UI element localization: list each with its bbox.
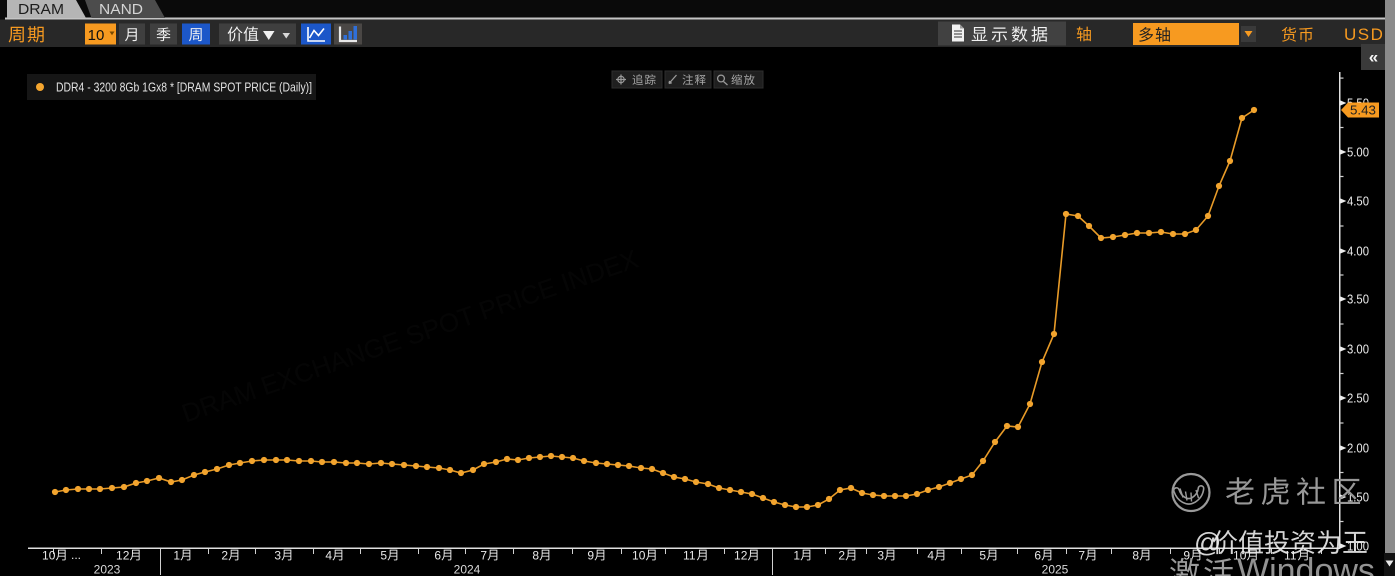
svg-text:3: 3	[877, 549, 884, 563]
svg-text:3: 3	[274, 549, 281, 563]
svg-text:2023: 2023	[94, 563, 121, 576]
svg-text:2.00: 2.00	[1347, 442, 1369, 456]
svg-text:5: 5	[979, 549, 986, 563]
svg-text:6: 6	[434, 549, 441, 563]
svg-text:4: 4	[325, 549, 332, 563]
svg-text:12: 12	[734, 549, 748, 563]
svg-text:2.50: 2.50	[1347, 392, 1369, 406]
svg-text:9: 9	[587, 549, 594, 563]
svg-text:2: 2	[838, 549, 845, 563]
svg-text:1: 1	[793, 549, 800, 563]
svg-text:USD: USD	[1344, 25, 1384, 44]
svg-text:DRAM: DRAM	[18, 2, 64, 18]
svg-text:5.43: 5.43	[1350, 104, 1376, 118]
svg-text:5: 5	[380, 549, 387, 563]
svg-text:8: 8	[1132, 549, 1139, 563]
svg-text:2024: 2024	[454, 563, 481, 576]
svg-text:8: 8	[532, 549, 539, 563]
svg-text:11: 11	[683, 549, 696, 563]
svg-text:...: ...	[71, 548, 81, 562]
svg-text:3.50: 3.50	[1347, 293, 1369, 307]
svg-text:7: 7	[480, 549, 487, 563]
svg-text:6: 6	[1034, 549, 1041, 563]
svg-text:10: 10	[88, 27, 105, 44]
svg-text:3.00: 3.00	[1347, 343, 1369, 357]
svg-text:DDR4 - 3200 8Gb 1Gx8 * [DRAM S: DDR4 - 3200 8Gb 1Gx8 * [DRAM SPOT PRICE …	[56, 80, 312, 95]
svg-text:10: 10	[42, 549, 56, 563]
svg-text:5.00: 5.00	[1347, 146, 1369, 160]
svg-text:2025: 2025	[1042, 563, 1069, 576]
svg-text:4.00: 4.00	[1347, 245, 1369, 259]
svg-text:Windows: Windows	[1237, 552, 1375, 576]
svg-text:4.50: 4.50	[1347, 195, 1369, 209]
svg-text:2: 2	[221, 549, 228, 563]
svg-text:12: 12	[116, 549, 130, 563]
svg-text:1: 1	[173, 549, 180, 563]
svg-text:7: 7	[1078, 549, 1085, 563]
svg-text:4: 4	[927, 549, 934, 563]
svg-text:«: «	[1369, 48, 1378, 67]
svg-text:NAND: NAND	[99, 2, 143, 18]
svg-text:10: 10	[632, 549, 646, 563]
svg-text:9: 9	[1183, 549, 1190, 563]
